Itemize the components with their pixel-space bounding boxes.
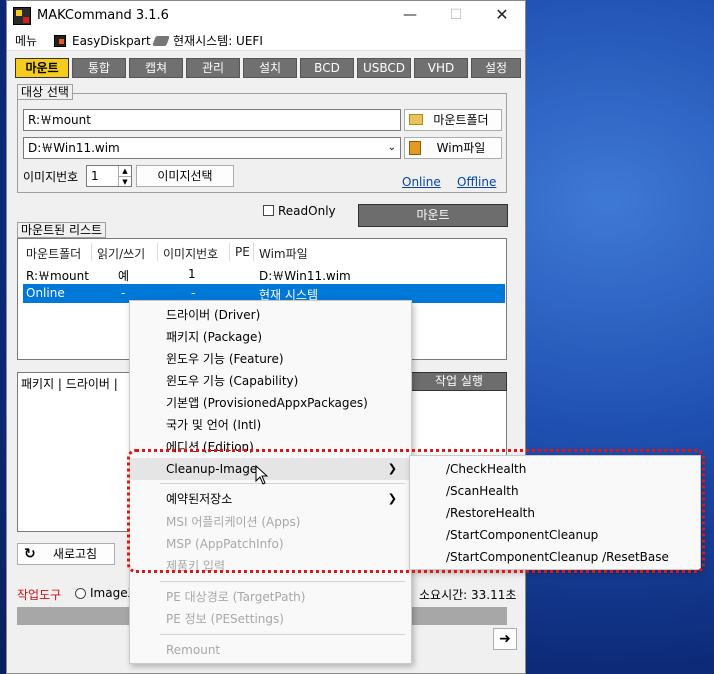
run-task-button[interactable]: 작업 실행	[411, 372, 507, 391]
app-logo-icon	[13, 7, 31, 25]
table-row[interactable]: R:￦mount 예 1 D:￦Win11.wim	[23, 265, 505, 283]
wim-file-button[interactable]: Wim파일	[404, 137, 502, 159]
refresh-label: 새로고침	[52, 547, 98, 561]
tab-mount[interactable]: 마운트	[15, 58, 69, 78]
mouse-cursor-icon	[255, 465, 269, 485]
menu-bar: 메뉴 EasyDiskpart 현재시스템: UEFI	[7, 31, 525, 51]
image-number-value: 1	[91, 169, 99, 183]
offline-link[interactable]: Offline	[457, 175, 496, 189]
tab-manage[interactable]: 관리	[186, 58, 240, 78]
menu-main[interactable]: 메뉴	[15, 33, 37, 49]
menu-item-appx[interactable]: 기본앱 (ProvisionedAppxPackages)	[130, 392, 411, 414]
menu-item-capability[interactable]: 윈도우 기능 (Capability)	[130, 370, 411, 392]
stepper-down-icon[interactable]: ▼	[118, 176, 131, 186]
tab-install[interactable]: 설치	[243, 58, 297, 78]
mount-folder-button[interactable]: 마운트폴더	[404, 109, 502, 131]
image-select-button[interactable]: 이미지선택	[136, 165, 234, 187]
mount-button[interactable]: 마운트	[358, 204, 508, 227]
highlight-annotation	[127, 449, 705, 573]
online-link[interactable]: Online	[402, 175, 441, 189]
title-bar[interactable]: MAKCommand 3.1.6 — ☐ ✕	[7, 1, 525, 31]
window-title: MAKCommand 3.1.6	[37, 8, 169, 23]
tools-label: 작업도구	[17, 588, 62, 602]
cell-mount-folder: Online	[26, 286, 65, 300]
target-group-label: 대상 선택	[17, 84, 73, 100]
wim-box-icon	[409, 141, 421, 155]
wim-path-value: D:￦Win11.wim	[28, 141, 120, 155]
col-wim-file[interactable]: Wim파일	[259, 245, 308, 262]
tab-bcd[interactable]: BCD	[300, 58, 354, 78]
minimize-icon[interactable]: —	[393, 1, 427, 31]
wim-file-label: Wim파일	[436, 141, 486, 155]
tab-settings[interactable]: 설정	[471, 58, 521, 78]
diskpart-icon	[54, 35, 66, 47]
tab-capture[interactable]: 캡쳐	[129, 58, 183, 78]
maximize-icon[interactable]: ☐	[439, 1, 473, 31]
system-chip-icon	[152, 36, 170, 46]
menu-item-remount[interactable]: Remount	[130, 639, 411, 661]
cell-read-write: -	[121, 286, 126, 300]
menu-separator	[160, 581, 405, 582]
mounted-list-label: 마운트된 리스트	[17, 222, 107, 238]
wim-path-select[interactable]: D:￦Win11.wim ⌄	[23, 137, 401, 159]
image-number-label: 이미지번호	[23, 170, 79, 184]
menu-item-package[interactable]: 패키지 (Package)	[130, 326, 411, 348]
chevron-down-icon: ⌄	[387, 142, 396, 153]
menu-item-pe-target-path[interactable]: PE 대상경로 (TargetPath)	[130, 586, 411, 608]
elapsed-time: 소요시간: 33.11초	[419, 588, 517, 602]
cell-wim-file: D:￦Win11.wim	[259, 269, 351, 283]
cell-read-write: 예	[118, 269, 130, 283]
imagex-radio[interactable]	[75, 588, 86, 599]
folder-icon	[409, 114, 423, 125]
readonly-label: ReadOnly	[278, 204, 336, 218]
menu-item-pe-settings[interactable]: PE 정보 (PESettings)	[130, 608, 411, 630]
lower-tabs-label-overlay: 패키지 | 드라이버 |	[21, 377, 118, 391]
close-icon[interactable]: ✕	[485, 1, 519, 31]
refresh-button[interactable]: ↻ 새로고침	[17, 543, 115, 565]
stepper-up-icon[interactable]: ▲	[118, 166, 131, 176]
mount-path-input[interactable]: R:￦mount	[23, 109, 401, 131]
menu-diskpart[interactable]: EasyDiskpart	[72, 33, 151, 49]
tab-usbcd[interactable]: USBCD	[357, 58, 411, 78]
menu-system[interactable]: 현재시스템: UEFI	[173, 33, 263, 49]
menu-separator	[160, 634, 405, 635]
cell-mount-folder: R:￦mount	[26, 269, 89, 283]
col-mount-folder[interactable]: 마운트폴더	[26, 245, 81, 262]
col-pe[interactable]: PE	[235, 245, 250, 259]
mount-folder-label: 마운트폴더	[433, 113, 489, 127]
menu-item-intl[interactable]: 국가 및 언어 (Intl)	[130, 414, 411, 436]
cell-image-number: -	[191, 286, 196, 300]
cell-image-number: 1	[188, 267, 196, 281]
col-image-number[interactable]: 이미지번호	[163, 245, 218, 262]
image-number-stepper[interactable]: 1 ▲ ▼	[86, 165, 132, 187]
readonly-checkbox[interactable]	[263, 205, 274, 216]
refresh-icon: ↻	[24, 546, 36, 562]
menu-item-feature[interactable]: 윈도우 기능 (Feature)	[130, 348, 411, 370]
tab-integrate[interactable]: 통합	[72, 58, 126, 78]
col-read-write[interactable]: 읽기/쓰기	[97, 245, 145, 262]
tab-vhd[interactable]: VHD	[414, 58, 468, 78]
exit-arrow-button[interactable]: ➜	[493, 628, 517, 650]
menu-item-driver[interactable]: 드라이버 (Driver)	[130, 304, 411, 326]
arrow-right-icon: ➜	[499, 631, 511, 647]
